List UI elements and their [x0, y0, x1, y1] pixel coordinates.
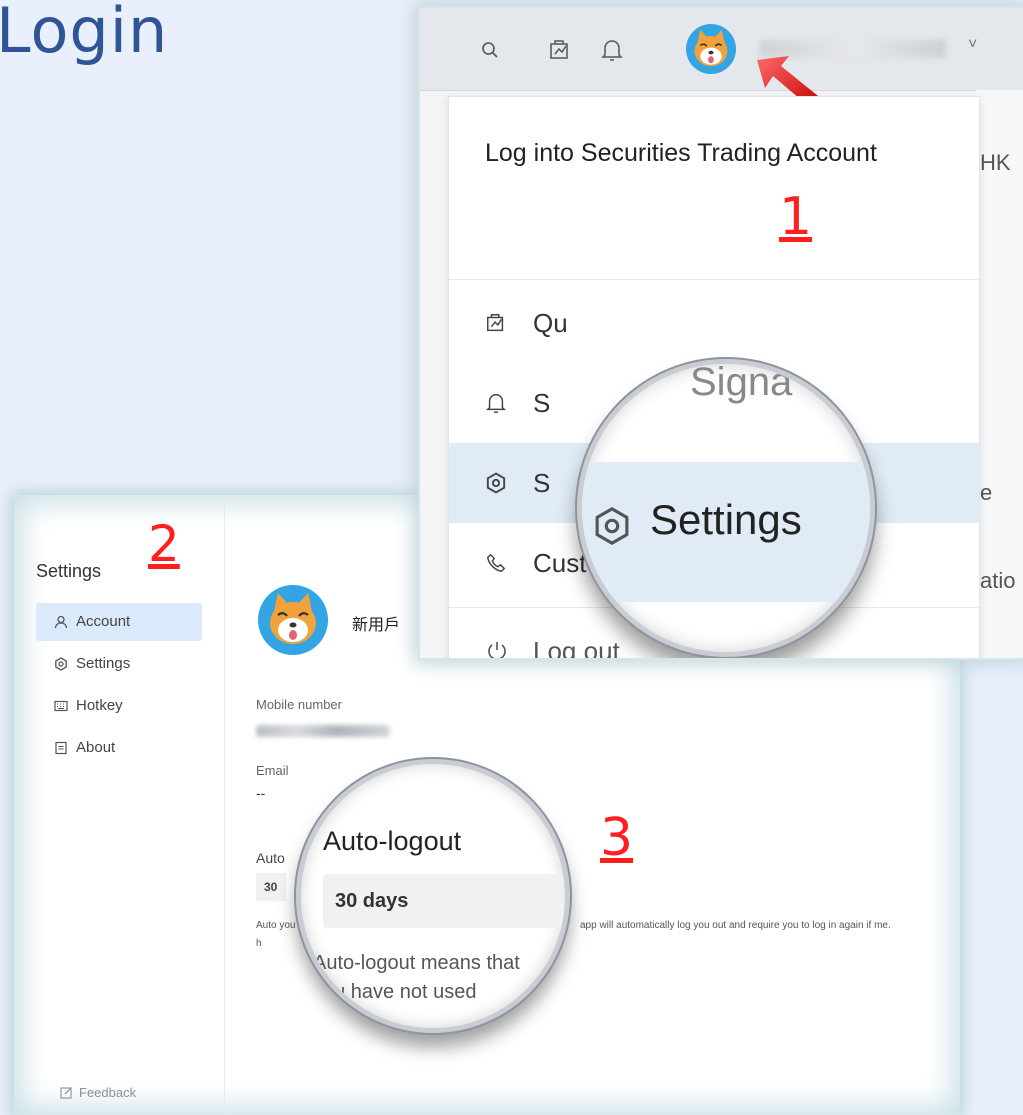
edit-icon [60, 1087, 72, 1099]
chevron-down-icon[interactable]: ˅ [968, 36, 977, 54]
menu-item-label: S [533, 467, 551, 498]
document-icon [55, 741, 67, 755]
auto-logout-description: Auto-logout means that you have not used [313, 952, 520, 1003]
settings-icon [55, 657, 67, 671]
settings-heading: Settings [36, 561, 102, 581]
menu-item-label: S [533, 387, 551, 418]
user-name: 新用戶 [352, 617, 401, 634]
auto-logout-title: Auto-logout [323, 826, 462, 856]
nav-item-label: Settings [76, 655, 131, 672]
top-bar: ˅ [420, 8, 1023, 110]
nav-item-account[interactable]: Account [36, 603, 202, 641]
settings-icon [486, 472, 506, 494]
login-securities-link[interactable]: Log into Securities Trading Account [485, 131, 905, 175]
email-label: Email [256, 763, 289, 778]
background-text-hk: HK [980, 150, 1011, 175]
account-avatar-button[interactable] [686, 24, 736, 74]
quote-icon [487, 314, 504, 332]
shiba-avatar-icon [270, 593, 316, 644]
phone-icon [486, 553, 506, 573]
auto-logout-label: Auto [256, 850, 285, 866]
divider [449, 279, 979, 280]
settings-icon [595, 507, 629, 545]
email-value: -- [256, 785, 266, 801]
shiba-avatar-icon [694, 29, 728, 67]
power-icon [488, 642, 506, 658]
settings-nav: Account Settings Hotkey About [36, 603, 202, 771]
background-text-e: e [980, 480, 993, 505]
menu-item-label: Log out [533, 635, 620, 659]
account-menu-window: ˅ HK e atio Log into Securities Trading … [420, 8, 1023, 658]
feedback-label: Feedback [79, 1085, 137, 1100]
quote-icon[interactable] [544, 34, 576, 66]
account-dropdown: Log into Securities Trading Account 1 Qu… [448, 96, 980, 658]
user-icon [54, 615, 68, 629]
keyboard-icon [54, 700, 68, 712]
settings-sidebar: Settings 2 Account Settings Hotkey About… [14, 495, 225, 1115]
menu-item-label: Qu [533, 307, 568, 338]
page-title: Login [0, 0, 169, 67]
step-2-label: 2 [148, 515, 180, 573]
background-text-atio: atio [980, 568, 1016, 593]
nav-item-label: About [76, 739, 116, 756]
auto-logout-select[interactable]: 30 [256, 873, 286, 901]
nav-item-settings[interactable]: Settings [36, 645, 202, 683]
nav-item-hotkey[interactable]: Hotkey [36, 687, 202, 725]
step-3-label: 3 [600, 808, 634, 868]
magnified-signal-text: Signa [690, 360, 793, 404]
auto-logout-value[interactable]: 30 days [323, 874, 563, 928]
bell-icon[interactable] [596, 34, 628, 66]
bell-icon [485, 394, 507, 413]
feedback-link[interactable]: Feedback [60, 1085, 136, 1100]
nav-item-label: Account [76, 613, 131, 630]
nav-item-label: Hotkey [76, 697, 123, 714]
mobile-label: Mobile number [256, 697, 342, 712]
nav-item-about[interactable]: About [36, 729, 202, 767]
menu-item-quote[interactable]: Qu [449, 283, 979, 363]
magnifier-auto-logout: Auto-logout 30 days Auto-logout means th… [296, 759, 570, 1033]
step-1-label: 1 [779, 187, 813, 247]
auto-logout-desc-right: app will automatically log you out and r… [580, 920, 891, 931]
magnified-settings-label: Settings [650, 496, 802, 543]
mobile-value-redacted [256, 725, 390, 737]
auto-logout-desc-left: Auto you h [256, 920, 296, 949]
magnifier-settings: Signa Settings [577, 359, 875, 657]
search-icon[interactable] [474, 34, 506, 66]
avatar [258, 585, 328, 655]
